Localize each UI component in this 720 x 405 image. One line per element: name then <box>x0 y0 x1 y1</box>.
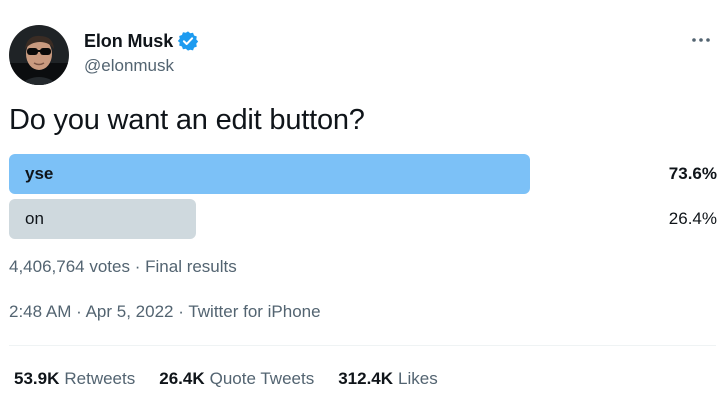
meta-separator: · <box>178 302 184 321</box>
poll-option-bar <box>9 154 530 194</box>
tweet-text: Do you want an edit button? <box>9 104 365 136</box>
quote-tweets-stat[interactable]: 26.4K Quote Tweets <box>159 369 314 389</box>
quote-tweets-count: 26.4K <box>159 369 205 388</box>
engagement-stats: 53.9K Retweets 26.4K Quote Tweets 312.4K Li… <box>14 369 462 389</box>
poll-option-percent: 73.6% <box>668 164 717 183</box>
poll-status: Final results <box>145 257 237 276</box>
divider <box>9 345 716 346</box>
profile-photo-icon <box>9 25 69 85</box>
tweet-time[interactable]: 2:48 AM <box>9 302 71 321</box>
poll-vote-count: 4,406,764 votes <box>9 257 130 276</box>
likes-count: 312.4K <box>338 369 394 388</box>
tweet-date[interactable]: Apr 5, 2022 <box>86 302 174 321</box>
tweet-timestamp: 2:48 AM · Apr 5, 2022 · Twitter for iPho… <box>9 302 321 322</box>
retweets-stat[interactable]: 53.9K Retweets <box>14 369 135 389</box>
retweets-count: 53.9K <box>14 369 60 388</box>
author-name-row[interactable]: Elon Musk <box>84 30 199 52</box>
avatar[interactable] <box>9 25 69 85</box>
poll-option-percent: 26.4% <box>668 209 717 228</box>
tweet-source[interactable]: Twitter for iPhone <box>188 302 320 321</box>
more-horizontal-icon <box>692 38 710 42</box>
meta-separator: · <box>76 302 82 321</box>
verified-badge-icon <box>177 30 199 52</box>
quote-tweets-label: Quote Tweets <box>209 369 315 388</box>
likes-label: Likes <box>398 369 438 388</box>
poll-option: on 26.4% <box>9 199 717 239</box>
author-display-name[interactable]: Elon Musk <box>84 31 173 52</box>
poll-option: yse 73.6% <box>9 154 717 194</box>
poll-summary: 4,406,764 votes · Final results <box>9 257 237 277</box>
more-options-button[interactable] <box>690 32 712 48</box>
poll-option-label: on <box>25 209 44 228</box>
likes-stat[interactable]: 312.4K Likes <box>338 369 438 389</box>
retweets-label: Retweets <box>64 369 136 388</box>
tweet-card: Elon Musk @elonmusk Do you want an edit … <box>0 0 720 405</box>
poll-separator: · <box>134 257 141 276</box>
poll-option-label: yse <box>25 164 54 183</box>
author-handle[interactable]: @elonmusk <box>84 56 174 76</box>
